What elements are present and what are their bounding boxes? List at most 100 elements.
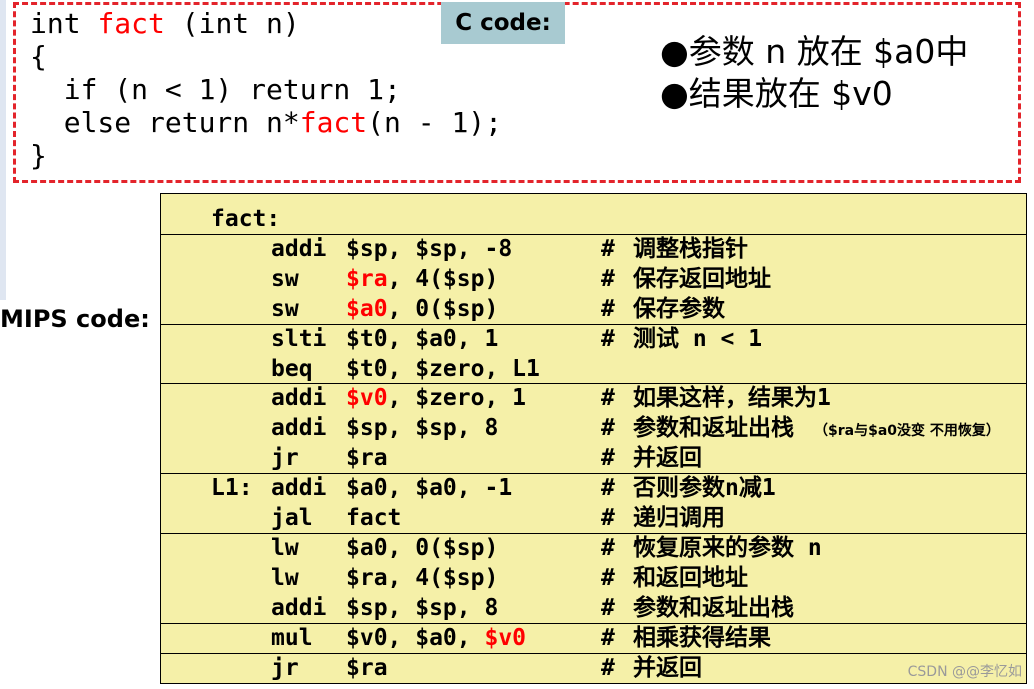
asm-operands: $v0, $a0, $v0 <box>346 623 526 653</box>
asm-comment: 递归调用 <box>633 505 725 531</box>
asm-operand-text: $a0, 0($sp) <box>346 534 499 561</box>
asm-operands: $v0, $zero, 1 <box>346 383 526 413</box>
asm-opcode: addi <box>271 594 327 621</box>
slide-left-bar <box>0 0 6 300</box>
block-separator <box>161 233 1026 235</box>
asm-operand-text: $sp, $sp, 8 <box>346 594 499 621</box>
comment-marker: # <box>601 265 615 292</box>
asm-line: lw $a0, 0($sp) # 恢复原来的参数 n <box>161 533 1026 563</box>
asm-opcode: addi <box>271 475 327 502</box>
asm-operand-text: $t0, $zero, L1 <box>346 355 540 382</box>
asm-opcode: sw <box>271 265 299 292</box>
asm-opcode: lw <box>271 564 299 591</box>
asm-opcode: sw <box>271 295 299 322</box>
comment-marker: # <box>601 564 615 591</box>
asm-comment: 相乘获得结果 <box>633 624 771 651</box>
c-code-text: { <box>30 40 47 73</box>
asm-comment: 并返回 <box>633 654 702 681</box>
note-bullet: ●结果放在 $v0 <box>660 74 893 113</box>
asm-comment: 和返回地址 <box>633 564 748 591</box>
c-code-keyword: fact <box>97 7 165 40</box>
asm-comment: 并返回 <box>633 445 702 472</box>
c-code-keyword: fact <box>299 106 368 139</box>
c-code-text: (int n) <box>164 7 300 40</box>
block-separator <box>161 532 1026 534</box>
asm-line: addi $sp, $sp, 8 # 参数和返址出栈 （$ra与$a0没变 不用恢复） <box>161 413 1026 443</box>
asm-line: sw $a0, 0($sp) # 保存参数 <box>161 294 1026 324</box>
comment-marker: # <box>601 534 615 561</box>
block-separator <box>161 383 1026 385</box>
asm-operand-text: , $zero, 1 <box>387 385 527 412</box>
asm-operand-text: $sp, $sp, 8 <box>346 415 499 442</box>
asm-opcode: addi <box>271 385 327 412</box>
asm-operand-text: fact <box>346 505 402 531</box>
asm-operands: $t0, $a0, 1 <box>346 324 498 354</box>
asm-opcode: jal <box>271 505 313 531</box>
asm-operands: $a0, 0($sp) <box>346 294 498 324</box>
asm-opcode: jr <box>271 445 299 472</box>
asm-opcode: mul <box>271 624 313 651</box>
asm-line: jr $ra # 并返回 <box>161 443 1026 473</box>
asm-operands: fact <box>346 503 401 533</box>
block-separator <box>161 473 1026 475</box>
asm-operand-text: $ra, 4($sp) <box>346 564 499 591</box>
c-code-line: } <box>30 139 47 173</box>
c-code-text: else return n* <box>30 106 300 139</box>
asm-line: addi $sp, $sp, 8 # 参数和返址出栈 <box>161 593 1026 623</box>
asm-comment: 保存返回地址 <box>633 265 771 292</box>
asm-operand-text: $t0, $a0, 1 <box>346 325 499 352</box>
asm-operand-text: , 4($sp) <box>387 265 499 292</box>
block-separator <box>161 323 1026 325</box>
comment-marker: # <box>601 295 615 322</box>
c-code-text: int <box>30 7 98 40</box>
asm-line: addi $sp, $sp, -8 # 调整栈指针 <box>161 234 1026 264</box>
asm-register-highlight: $v0 <box>484 624 527 651</box>
asm-operand-text: $sp, $sp, -8 <box>346 235 513 262</box>
asm-operands: $a0, $a0, -1 <box>346 473 512 503</box>
asm-line: slti $t0, $a0, 1 # 测试 n < 1 <box>161 324 1026 354</box>
comment-marker: # <box>601 624 615 651</box>
asm-side-note: （$ra与$a0没变 不用恢复） <box>814 423 1000 440</box>
c-code-line: else return n*fact(n - 1); <box>30 106 502 140</box>
mips-code-label: MIPS code: <box>0 305 150 333</box>
asm-operand-text: $ra <box>346 445 388 472</box>
note-bullet: ●参数 n 放在 $a0中 <box>660 32 969 71</box>
c-code-line: int fact (int n) <box>30 7 300 41</box>
mips-code-box: fact: addi $sp, $sp, -8 # 调整栈指针 sw $ra, 4($sp)… <box>160 193 1027 684</box>
c-code-text: (n - 1); <box>367 106 503 139</box>
comment-marker: # <box>601 475 615 502</box>
asm-operands: $ra <box>346 653 388 683</box>
asm-line: jal fact # 递归调用 <box>161 503 1026 533</box>
asm-comment: 否则参数n减1 <box>633 475 776 502</box>
comment-marker: # <box>601 445 615 472</box>
asm-comment: 如果这样，结果为1 <box>633 385 831 412</box>
asm-label: fact: <box>211 206 281 232</box>
asm-opcode: slti <box>271 325 327 352</box>
asm-operand-text: $ra <box>346 654 388 681</box>
asm-operands: $sp, $sp, 8 <box>346 413 498 443</box>
asm-line: mul $v0, $a0, $v0 # 相乘获得结果 <box>161 623 1026 653</box>
c-code-text: if (n < 1) return 1; <box>30 73 401 106</box>
c-code-label: C code: <box>441 2 565 44</box>
asm-opcode: beq <box>271 355 313 382</box>
comment-marker: # <box>601 325 615 352</box>
asm-register-highlight: $a0 <box>346 295 388 322</box>
asm-operand-text: $a0, $a0, -1 <box>346 475 513 502</box>
asm-comment: 恢复原来的参数 n <box>633 534 822 561</box>
asm-operands: $t0, $zero, L1 <box>346 354 540 384</box>
asm-line: fact: <box>161 204 1026 234</box>
block-separator <box>161 652 1026 654</box>
comment-marker: # <box>601 505 615 531</box>
asm-operand-text: $v0, $a0, <box>346 624 485 651</box>
asm-opcode: addi <box>271 415 327 442</box>
asm-operands: $sp, $sp, 8 <box>346 593 498 623</box>
asm-operands: $ra, 4($sp) <box>346 563 498 593</box>
asm-line: beq $t0, $zero, L1 <box>161 354 1026 384</box>
asm-line: addi $v0, $zero, 1 # 如果这样，结果为1 <box>161 383 1026 413</box>
asm-line: sw $ra, 4($sp) # 保存返回地址 <box>161 264 1026 294</box>
asm-comment: 调整栈指针 <box>633 235 748 262</box>
asm-comment: 参数和返址出栈 <box>633 594 794 621</box>
c-code-line: { <box>30 40 47 74</box>
comment-marker: # <box>601 654 615 681</box>
asm-operands: $sp, $sp, -8 <box>346 234 512 264</box>
